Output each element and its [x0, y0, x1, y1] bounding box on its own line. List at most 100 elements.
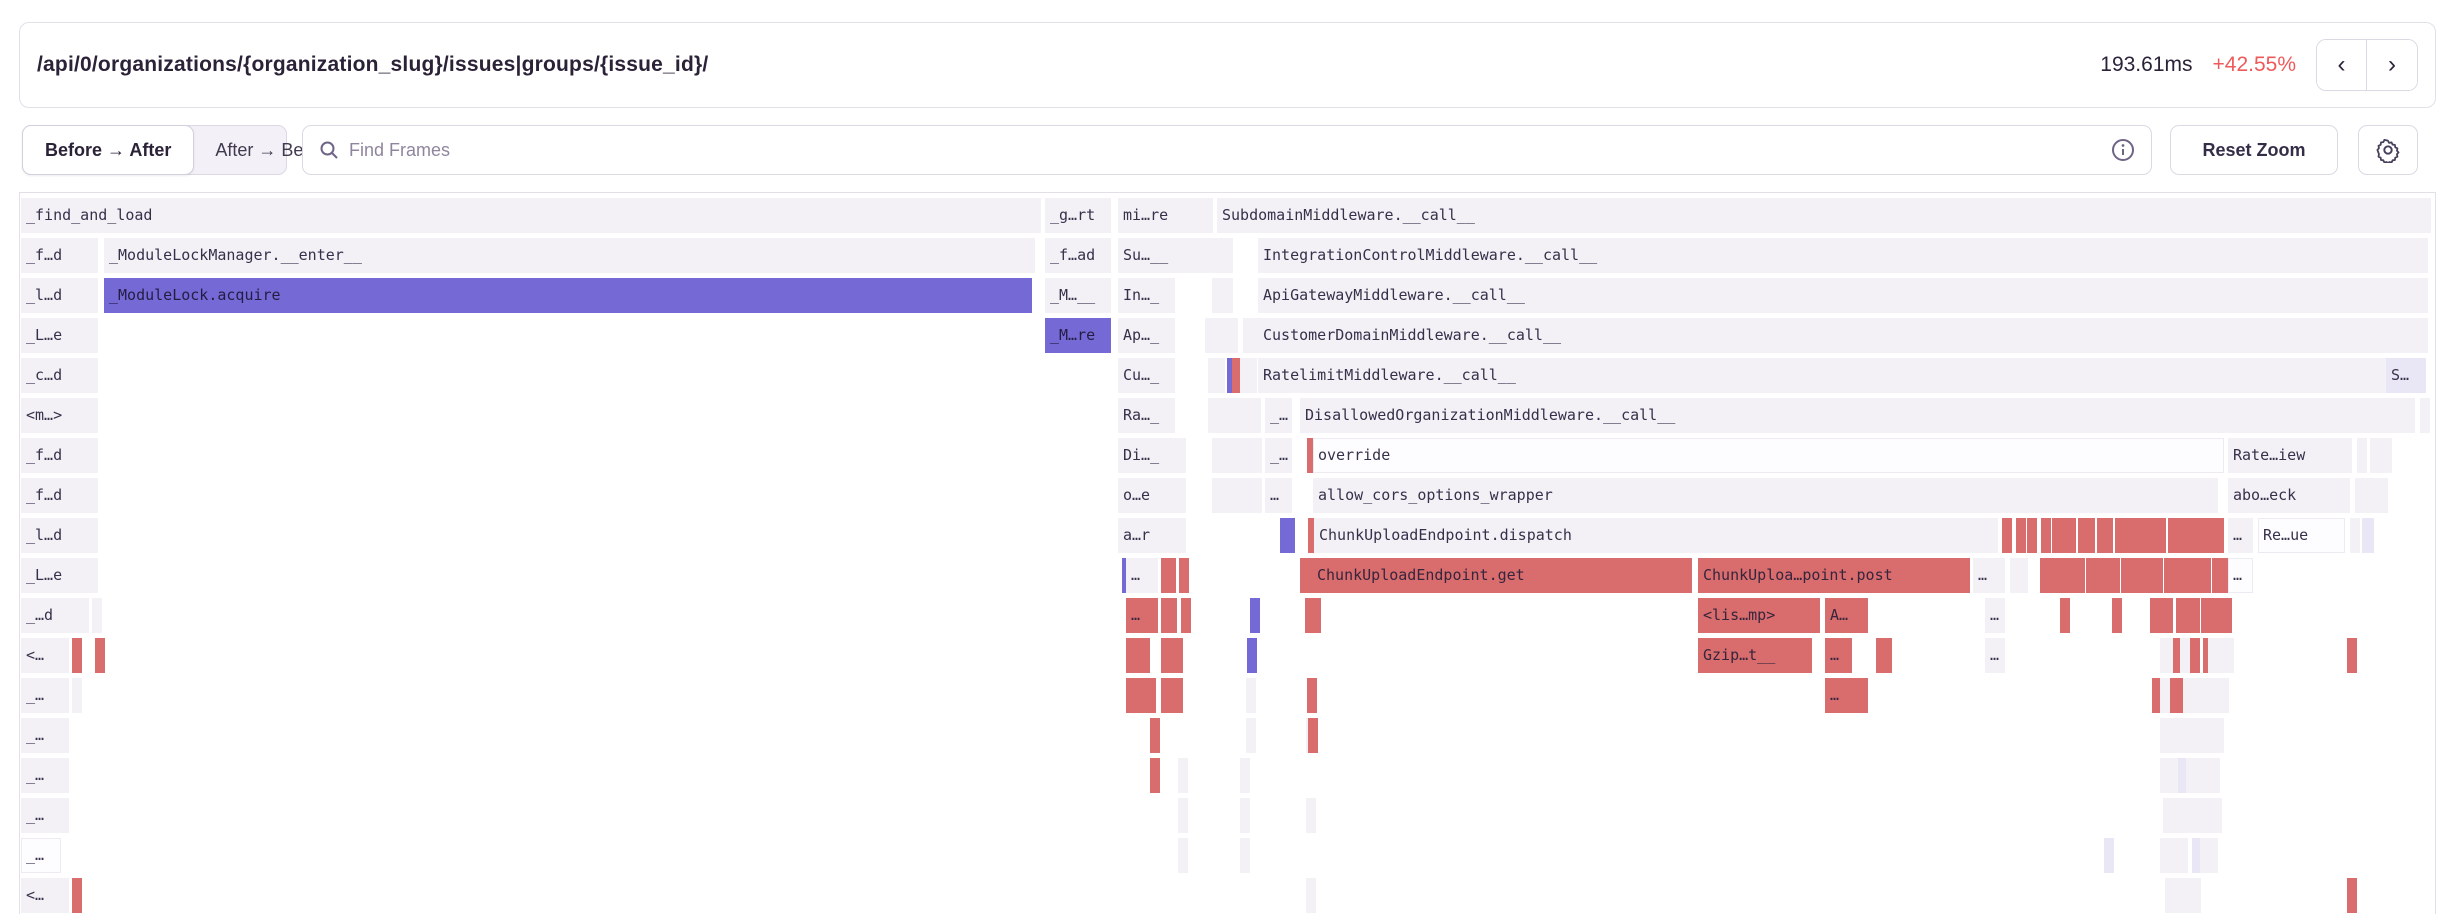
- flame-frame[interactable]: [2191, 878, 2201, 913]
- flame-frame[interactable]: [1246, 678, 1256, 713]
- flame-frame[interactable]: allow_cors_options_wrapper: [1313, 478, 2218, 513]
- flame-frame[interactable]: [1882, 638, 1892, 673]
- flame-frame[interactable]: [1161, 678, 1183, 713]
- flame-frame[interactable]: [2178, 838, 2188, 873]
- flame-frame[interactable]: [72, 878, 82, 913]
- flame-frame[interactable]: [72, 678, 82, 713]
- flame-frame[interactable]: [2201, 558, 2211, 593]
- flame-frame[interactable]: _…: [21, 798, 69, 833]
- flame-frame[interactable]: [1311, 598, 1321, 633]
- flame-frame[interactable]: [72, 638, 82, 673]
- flame-frame[interactable]: _l…d: [21, 278, 98, 313]
- flame-frame[interactable]: Cu…_: [1118, 358, 1175, 393]
- flame-frame[interactable]: [1240, 838, 1250, 873]
- flame-frame[interactable]: Gzip…t__: [1698, 638, 1812, 673]
- flame-frame[interactable]: _f…ad: [1045, 238, 1111, 273]
- flame-frame[interactable]: _…d: [21, 598, 89, 633]
- flame-frame[interactable]: [2057, 558, 2067, 593]
- flame-frame[interactable]: _…: [1265, 398, 1292, 433]
- flame-frame[interactable]: [2370, 438, 2380, 473]
- flame-frame[interactable]: _g…rt: [1045, 198, 1111, 233]
- flame-frame[interactable]: abo…eck: [2228, 478, 2350, 513]
- flame-frame[interactable]: o…e: [1118, 478, 1186, 513]
- flame-frame[interactable]: [1280, 518, 1295, 553]
- segment-before-after[interactable]: Before → After: [22, 125, 194, 175]
- flame-frame[interactable]: <m…>: [21, 398, 98, 433]
- flame-frame[interactable]: [2378, 478, 2388, 513]
- flame-frame[interactable]: [1222, 278, 1233, 313]
- flame-frame[interactable]: [2104, 838, 2114, 873]
- flame-frame[interactable]: [95, 638, 105, 673]
- flame-frame[interactable]: DisallowedOrganizationMiddleware.__call_…: [1300, 398, 2415, 433]
- find-frames-search[interactable]: [302, 125, 2152, 175]
- flame-frame[interactable]: [2210, 758, 2220, 793]
- flame-frame[interactable]: a…r: [1118, 518, 1186, 553]
- flame-frame[interactable]: …: [2228, 558, 2253, 593]
- flame-frame[interactable]: [1161, 598, 1177, 633]
- flame-frame[interactable]: IntegrationControlMiddleware.__call__: [1258, 238, 2428, 273]
- flame-frame[interactable]: [1161, 558, 1176, 593]
- flame-frame[interactable]: [1126, 678, 1156, 713]
- flame-frame[interactable]: ChunkUploadEndpoint.dispatch: [1314, 518, 1998, 553]
- flame-frame[interactable]: [2112, 598, 2122, 633]
- flame-frame[interactable]: _…: [1265, 438, 1292, 473]
- flame-frame[interactable]: [1247, 358, 1257, 393]
- previous-button[interactable]: ‹: [2317, 40, 2367, 90]
- flame-frame[interactable]: CustomerDomainMiddleware.__call__: [1258, 318, 2428, 353]
- flame-frame[interactable]: [1251, 398, 1261, 433]
- flame-frame[interactable]: [2066, 518, 2076, 553]
- flame-frame[interactable]: <…: [21, 878, 69, 913]
- flame-frame[interactable]: A…: [1825, 598, 1868, 633]
- flame-frame[interactable]: [2126, 518, 2136, 553]
- flame-frame[interactable]: ChunkUploa…point.post: [1698, 558, 1970, 593]
- flame-frame[interactable]: _L…e: [21, 318, 98, 353]
- flame-frame[interactable]: [1215, 358, 1225, 393]
- flame-frame[interactable]: …: [1265, 478, 1292, 513]
- flame-frame[interactable]: [2222, 598, 2232, 633]
- flame-frame[interactable]: [1161, 638, 1183, 673]
- flame-frame[interactable]: _f…d: [21, 438, 98, 473]
- flame-frame[interactable]: [2041, 518, 2051, 553]
- flame-frame[interactable]: _ModuleLock.acquire: [104, 278, 1032, 313]
- flame-frame[interactable]: ApiGatewayMiddleware.__call__: [1258, 278, 2428, 313]
- flame-frame[interactable]: Rate…iew: [2228, 438, 2352, 473]
- flame-frame[interactable]: [2163, 598, 2173, 633]
- flame-frame[interactable]: [1150, 758, 1160, 793]
- flame-frame[interactable]: Ap…_: [1118, 318, 1175, 353]
- settings-button[interactable]: [2358, 125, 2418, 175]
- flame-frame[interactable]: mi…re: [1118, 198, 1213, 233]
- flame-frame[interactable]: …: [2228, 518, 2253, 553]
- flame-frame[interactable]: _f…d: [21, 478, 98, 513]
- flame-frame[interactable]: [1252, 438, 1262, 473]
- flame-frame[interactable]: _M…re: [1045, 318, 1111, 353]
- flame-frame[interactable]: [1306, 878, 1316, 913]
- flame-frame[interactable]: [1178, 758, 1188, 793]
- flame-frame[interactable]: _…: [21, 678, 69, 713]
- flame-frame[interactable]: Di…_: [1118, 438, 1186, 473]
- flame-frame[interactable]: _…: [21, 838, 61, 873]
- flame-frame[interactable]: _c…d: [21, 358, 98, 393]
- flame-frame[interactable]: [2208, 838, 2218, 873]
- flame-frame[interactable]: _M…__: [1045, 278, 1111, 313]
- info-icon[interactable]: [2111, 138, 2135, 162]
- flame-frame[interactable]: [1252, 478, 1262, 513]
- flame-frame[interactable]: [2153, 558, 2163, 593]
- flame-frame[interactable]: [1250, 598, 1260, 633]
- flame-frame[interactable]: [2214, 718, 2224, 753]
- flame-frame[interactable]: _…: [21, 758, 69, 793]
- flame-frame[interactable]: [2165, 878, 2175, 913]
- flame-frame[interactable]: [2060, 598, 2070, 633]
- flame-frame[interactable]: In…_: [1118, 278, 1175, 313]
- flame-frame[interactable]: [2016, 518, 2026, 553]
- flame-frame[interactable]: SubdomainMiddleware.__call__: [1217, 198, 2431, 233]
- flame-frame[interactable]: [2156, 518, 2166, 553]
- flame-frame[interactable]: [1126, 638, 1150, 673]
- flame-frame[interactable]: [1222, 238, 1233, 273]
- flame-frame[interactable]: [2380, 438, 2392, 473]
- flame-frame[interactable]: [1179, 558, 1189, 593]
- flame-frame[interactable]: _l…d: [21, 518, 98, 553]
- flame-frame[interactable]: [2075, 558, 2085, 593]
- flame-frame[interactable]: [1226, 318, 1238, 353]
- search-input[interactable]: [349, 140, 2101, 161]
- flame-frame[interactable]: [2085, 518, 2095, 553]
